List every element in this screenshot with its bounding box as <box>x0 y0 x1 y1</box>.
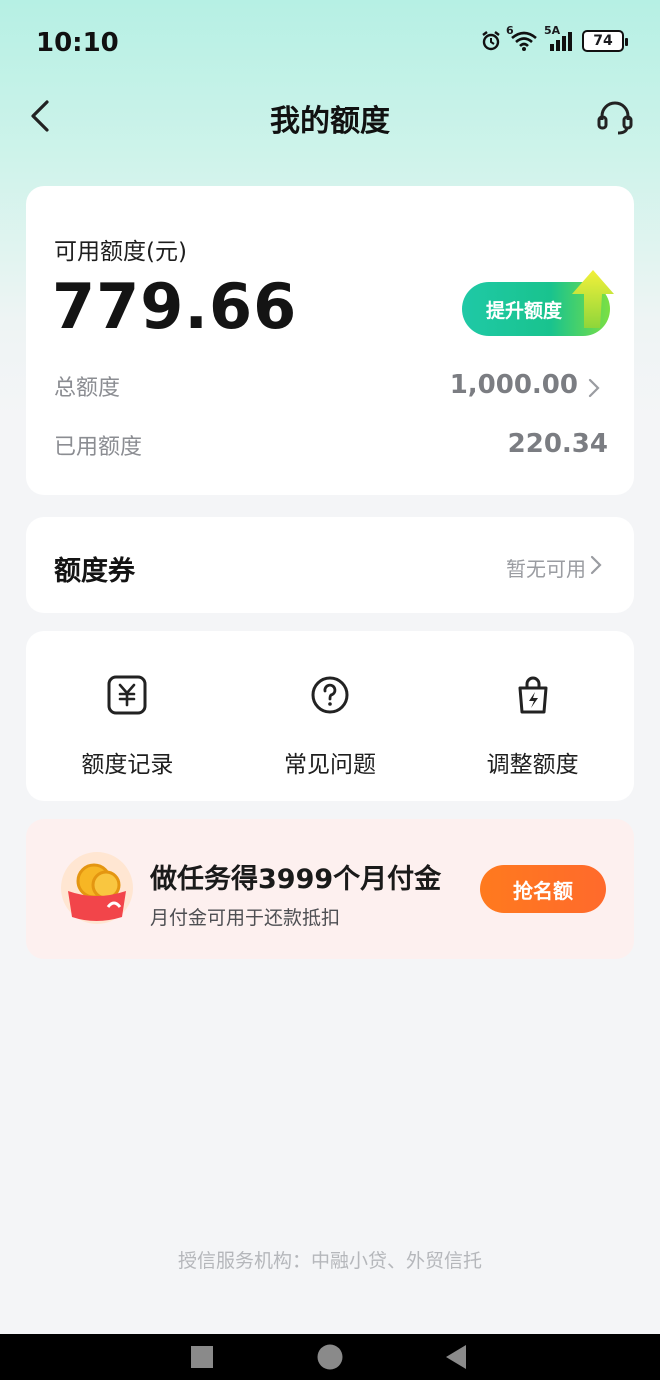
credit-institution-note: 授信服务机构：中融小贷、外贸信托 <box>177 1250 482 1272</box>
quota-card: 可用额度(元) 779.66 提升额度 总额度 1,000.00 已用额度 22… <box>26 186 634 495</box>
total-quota-value[interactable]: 1,000.00 <box>450 370 578 400</box>
network-label: 5A <box>544 24 561 37</box>
used-quota-value: 220.34 <box>507 429 608 459</box>
wifi-icon: 6 <box>506 24 538 52</box>
action-label: 调整额度 <box>486 752 579 778</box>
coupon-title: 额度券 <box>54 556 135 587</box>
coupon-status: 暂无可用 <box>506 557 586 581</box>
page: 10:10 6 5A 74 我的额度 可用额度(元) 779.66 提升额度 总… <box>0 0 660 1380</box>
faq-button[interactable]: 常见问题 <box>229 631 432 801</box>
promo-banner[interactable]: 做任务得3999个月付金 月付金可用于还款抵扣 抢名额 <box>26 819 634 959</box>
headset-icon <box>597 101 633 135</box>
bag-bolt-icon <box>511 673 555 717</box>
home-icon[interactable] <box>316 1343 344 1371</box>
chevron-right-icon <box>590 555 602 575</box>
quota-coupon-row[interactable]: 额度券 暂无可用 <box>26 517 634 613</box>
signal-icon: 5A <box>544 24 574 52</box>
action-label: 额度记录 <box>81 752 174 778</box>
coin-wallet-icon <box>60 851 134 925</box>
available-quota-value: 779.66 <box>52 270 298 343</box>
customer-service-button[interactable] <box>594 96 636 138</box>
status-time: 10:10 <box>36 28 119 58</box>
battery-icon: 74 <box>582 30 628 52</box>
yuan-record-icon <box>105 673 149 717</box>
page-title: 我的额度 <box>270 104 390 139</box>
status-icons: 6 5A 74 <box>480 24 628 52</box>
system-nav-bar <box>0 1334 660 1380</box>
grab-spot-button[interactable]: 抢名额 <box>480 865 606 913</box>
adjust-quota-button[interactable]: 调整额度 <box>431 631 634 801</box>
back-nav-icon[interactable] <box>444 1344 468 1370</box>
available-quota-label: 可用额度(元) <box>54 239 187 265</box>
recents-icon[interactable] <box>190 1345 214 1369</box>
chevron-right-icon[interactable] <box>588 378 600 398</box>
up-arrow-icon <box>572 270 614 328</box>
question-icon <box>308 673 352 717</box>
quota-record-button[interactable]: 额度记录 <box>26 631 229 801</box>
status-bar: 10:10 6 5A 74 <box>0 0 660 86</box>
top-nav: 我的额度 <box>0 86 660 146</box>
raise-quota-label: 提升额度 <box>486 299 563 322</box>
raise-quota-button[interactable]: 提升额度 <box>462 270 614 336</box>
used-quota-label: 已用额度 <box>54 435 143 460</box>
wifi-label: 6 <box>506 24 514 37</box>
promo-title: 做任务得3999个月付金 <box>150 864 442 895</box>
alarm-icon <box>480 30 502 52</box>
quick-actions-card: 额度记录 常见问题 调整额度 <box>26 631 634 801</box>
total-quota-label: 总额度 <box>54 376 121 401</box>
action-label: 常见问题 <box>284 752 376 778</box>
promo-subtitle: 月付金可用于还款抵扣 <box>150 907 341 929</box>
